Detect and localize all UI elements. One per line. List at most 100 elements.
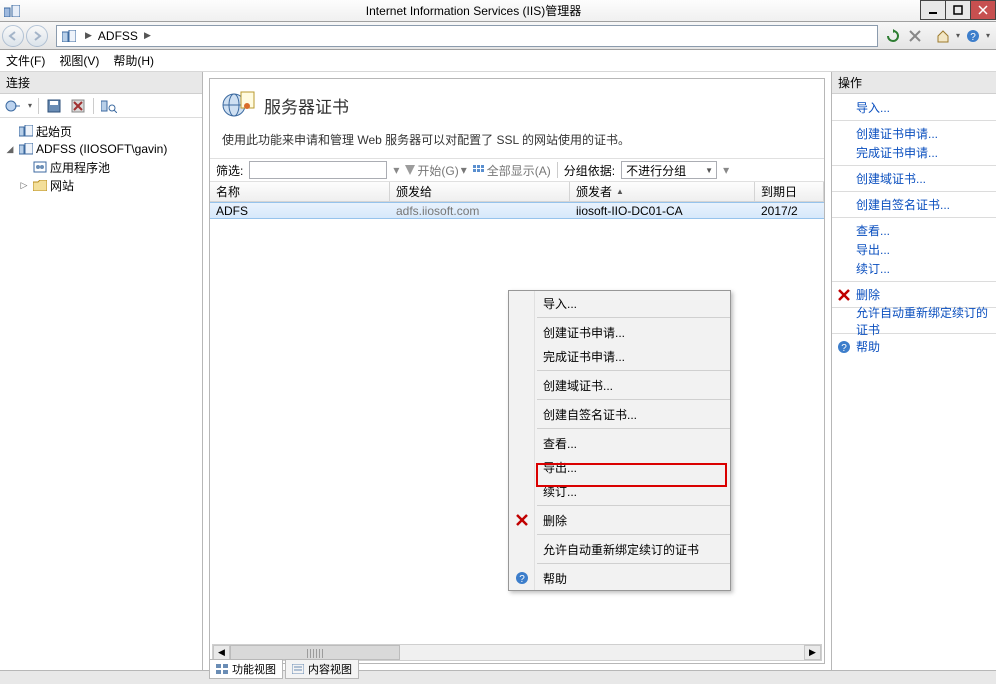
action-help[interactable]: ? 帮助: [832, 337, 996, 356]
ctx-label: 完成证书申请...: [543, 348, 625, 365]
tab-features-view[interactable]: 功能视图: [209, 659, 283, 679]
ctx-label: 续订...: [543, 483, 577, 500]
stop-icon[interactable]: [906, 27, 924, 45]
ctx-label: 创建域证书...: [543, 377, 613, 394]
menu-bar: 文件(F) 视图(V) 帮助(H): [0, 50, 996, 72]
col-issued-by-label: 颁发者: [576, 183, 612, 200]
ctx-autorebind[interactable]: 允许自动重新绑定续订的证书: [509, 537, 730, 561]
action-label: 帮助: [856, 338, 880, 355]
tab-content-view[interactable]: 内容视图: [285, 659, 359, 679]
col-issued-by[interactable]: 颁发者 ▲: [570, 182, 755, 201]
ctx-complete-request[interactable]: 完成证书申请...: [509, 344, 730, 368]
action-label: 查看...: [856, 222, 890, 239]
ctx-create-domain[interactable]: 创建域证书...: [509, 373, 730, 397]
filter-input[interactable]: [249, 161, 387, 179]
features-icon: [216, 664, 228, 674]
ctx-create-selfsigned[interactable]: 创建自签名证书...: [509, 402, 730, 426]
discard-icon[interactable]: [69, 97, 87, 115]
col-expire[interactable]: 到期日: [755, 182, 824, 201]
actions-pane: 操作 导入... 创建证书申请... 完成证书申请... 创建域证书... 创建…: [831, 72, 996, 670]
filter-label: 筛选:: [216, 162, 243, 179]
browse-icon[interactable]: [100, 97, 118, 115]
expand-icon[interactable]: ▷: [18, 180, 30, 191]
apppool-icon: [32, 159, 48, 175]
maximize-button[interactable]: [945, 0, 971, 20]
connections-toolbar: ▾: [0, 94, 202, 118]
tree-app-pools[interactable]: 应用程序池: [4, 158, 202, 176]
table-row[interactable]: ADFS adfs.iiosoft.com iiosoft-IIO-DC01-C…: [210, 202, 824, 219]
ctx-label: 查看...: [543, 435, 577, 452]
tree-sites[interactable]: ▷ 网站: [4, 176, 202, 194]
groupby-select[interactable]: 不进行分组▼: [621, 161, 717, 179]
ctx-label: 删除: [543, 512, 567, 529]
window-title: Internet Information Services (IIS)管理器: [26, 2, 921, 19]
action-create-selfsigned[interactable]: 创建自签名证书...: [832, 195, 996, 214]
close-button[interactable]: [970, 0, 996, 20]
nav-forward-button[interactable]: [26, 25, 48, 47]
cell-issued-by: iiosoft-IIO-DC01-CA: [570, 204, 755, 218]
ctx-label: 导入...: [543, 295, 577, 312]
action-view[interactable]: 查看...: [832, 221, 996, 240]
action-create-request[interactable]: 创建证书申请...: [832, 124, 996, 143]
filter-showall-label: 全部显示(A): [487, 162, 551, 179]
window-titlebar: Internet Information Services (IIS)管理器: [0, 0, 996, 22]
menu-view[interactable]: 视图(V): [59, 52, 99, 69]
ctx-label: 创建自签名证书...: [543, 406, 637, 423]
help-icon[interactable]: ?: [964, 27, 982, 45]
tree-label: 起始页: [36, 123, 72, 140]
tab-label: 内容视图: [308, 661, 352, 677]
connect-icon[interactable]: [4, 97, 22, 115]
action-label: 导入...: [856, 99, 890, 116]
filter-start-button[interactable]: 开始(G) ▾: [405, 162, 466, 179]
action-renew[interactable]: 续订...: [832, 259, 996, 278]
action-delete[interactable]: 删除: [832, 285, 996, 304]
home-icon[interactable]: [934, 27, 952, 45]
sort-asc-icon: ▲: [616, 187, 624, 196]
action-create-domain[interactable]: 创建域证书...: [832, 169, 996, 188]
tree-start-page[interactable]: 起始页: [4, 122, 202, 140]
ctx-help[interactable]: ? 帮助: [509, 566, 730, 590]
collapse-icon[interactable]: ◢: [4, 144, 16, 155]
actions-header: 操作: [832, 72, 996, 94]
action-label: 创建自签名证书...: [856, 196, 950, 213]
server-icon: [18, 141, 34, 157]
nav-back-button[interactable]: [2, 25, 24, 47]
app-icon: [4, 4, 22, 18]
cell-expire: 2017/2: [755, 204, 824, 218]
action-export[interactable]: 导出...: [832, 240, 996, 259]
action-complete-request[interactable]: 完成证书申请...: [832, 143, 996, 162]
groupby-value: 不进行分组: [626, 162, 686, 179]
save-icon[interactable]: [45, 97, 63, 115]
ctx-renew[interactable]: 续订...: [509, 479, 730, 503]
scroll-right-button[interactable]: ▶: [804, 645, 821, 660]
cell-issued-to: adfs.iiosoft.com: [390, 204, 570, 218]
ctx-create-request[interactable]: 创建证书申请...: [509, 320, 730, 344]
breadcrumb-node[interactable]: ADFSS: [96, 29, 140, 43]
ctx-import[interactable]: 导入...: [509, 291, 730, 315]
ctx-export[interactable]: 导出...: [509, 455, 730, 479]
help-icon: ?: [836, 339, 852, 355]
status-strip: [0, 670, 996, 684]
action-import[interactable]: 导入...: [832, 98, 996, 117]
col-issued-to[interactable]: 颁发给: [390, 182, 570, 201]
filter-showall-button[interactable]: 全部显示(A): [473, 162, 551, 179]
ctx-label: 帮助: [543, 570, 567, 587]
action-label: 完成证书申请...: [856, 144, 938, 161]
tab-label: 功能视图: [232, 661, 276, 677]
svg-text:?: ?: [519, 574, 525, 585]
chevron-right-icon: ▶: [140, 30, 155, 41]
refresh-icon[interactable]: [884, 27, 902, 45]
action-label: 允许自动重新绑定续订的证书: [856, 304, 996, 338]
ctx-view[interactable]: 查看...: [509, 431, 730, 455]
action-autorebind[interactable]: 允许自动重新绑定续订的证书: [832, 311, 996, 330]
col-name[interactable]: 名称: [210, 182, 390, 201]
delete-icon: [836, 287, 852, 303]
menu-help[interactable]: 帮助(H): [113, 52, 154, 69]
tree-server-node[interactable]: ◢ ADFSS (IIOSOFT\gavin): [4, 140, 202, 158]
ctx-delete[interactable]: 删除: [509, 508, 730, 532]
breadcrumb[interactable]: ▶ ADFSS ▶: [56, 25, 878, 47]
connections-tree: 起始页 ◢ ADFSS (IIOSOFT\gavin) 应用程序池 ▷ 网站: [0, 118, 202, 194]
menu-file[interactable]: 文件(F): [6, 52, 45, 69]
minimize-button[interactable]: [920, 0, 946, 20]
groupby-label: 分组依据:: [564, 162, 615, 179]
